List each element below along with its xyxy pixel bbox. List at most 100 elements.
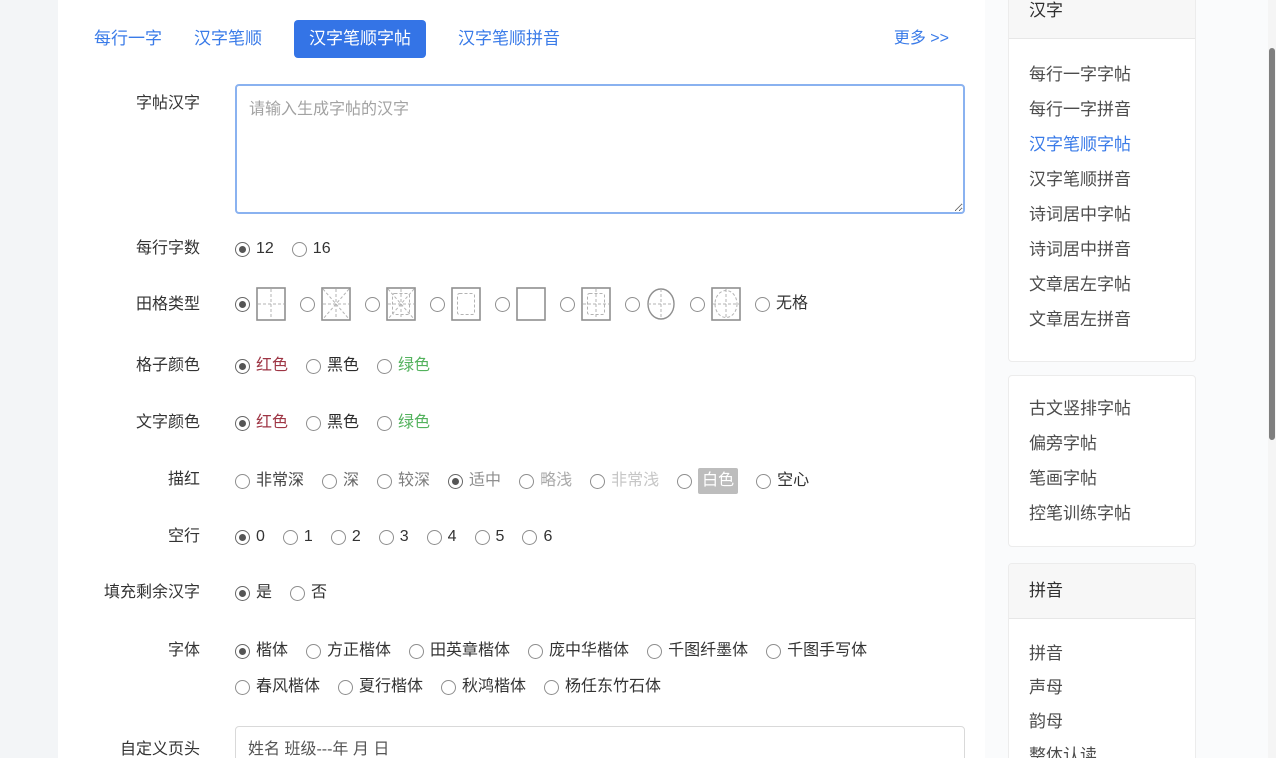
grid-type-option[interactable] <box>625 287 676 321</box>
trace-red-option[interactable]: 空心 <box>756 469 809 493</box>
grid-type-option[interactable] <box>300 287 351 321</box>
option-label: 无格 <box>776 292 808 316</box>
font-option[interactable]: 方正楷体 <box>306 639 391 663</box>
sidebar-item[interactable]: 拼音 <box>1009 637 1195 671</box>
option-label: 秋鸿楷体 <box>462 675 526 699</box>
radio-icon <box>766 644 781 659</box>
trace-red-option[interactable]: 略浅 <box>519 469 572 493</box>
font-option[interactable]: 秋鸿楷体 <box>441 675 526 699</box>
more-link[interactable]: 更多 >> <box>894 20 949 58</box>
sidebar-item[interactable]: 文章居左字帖 <box>1009 267 1195 302</box>
option-label: 16 <box>313 237 331 261</box>
yuan-grid-icon <box>646 287 676 321</box>
radio-icon <box>377 416 392 431</box>
chars-per-row-option[interactable]: 16 <box>292 237 331 261</box>
radio-icon <box>409 644 424 659</box>
scrollbar-thumb[interactable] <box>1269 48 1275 440</box>
option-label: 0 <box>256 525 265 549</box>
option-label: 非常深 <box>256 469 304 493</box>
empty-rows-option[interactable]: 1 <box>283 525 313 549</box>
sidebar-item[interactable]: 每行一字字帖 <box>1009 57 1195 92</box>
font-option[interactable]: 千图手写体 <box>766 639 867 663</box>
empty-rows-option[interactable]: 3 <box>379 525 409 549</box>
option-label: 红色 <box>256 354 288 378</box>
custom-header-input[interactable] <box>235 726 965 758</box>
mi-grid-icon <box>321 287 351 321</box>
sidebar-item[interactable]: 每行一字拼音 <box>1009 92 1195 127</box>
form-row-empty-rows: 空行 012 3456 <box>58 525 940 549</box>
radio-icon <box>306 644 321 659</box>
text-color-option[interactable]: 绿色 <box>377 411 430 435</box>
trace-red-option[interactable]: 深 <box>322 469 359 493</box>
empty-rows-option[interactable]: 2 <box>331 525 361 549</box>
trace-red-option[interactable]: 较深 <box>377 469 430 493</box>
sidebar-item[interactable]: 诗词居中字帖 <box>1009 197 1195 232</box>
font-option[interactable]: 楷体 <box>235 639 288 663</box>
font-option[interactable]: 春风楷体 <box>235 675 320 699</box>
field-label-text-color: 文字颜色 <box>58 411 200 435</box>
font-option[interactable]: 庞中华楷体 <box>528 639 629 663</box>
font-option[interactable]: 杨任东竹石体 <box>544 675 661 699</box>
fill-remaining-option[interactable]: 否 <box>290 581 327 605</box>
option-label: 3 <box>400 525 409 549</box>
text-color-option[interactable]: 黑色 <box>306 411 359 435</box>
grid-color-option[interactable]: 绿色 <box>377 354 430 378</box>
trace-red-option[interactable]: 非常深 <box>235 469 304 493</box>
tab-item[interactable]: 汉字笔顺拼音 <box>458 20 560 58</box>
sidebar-item[interactable]: 整体认读 <box>1009 739 1195 758</box>
field-label-trace-red: 描红 <box>58 468 200 492</box>
grid-type-option[interactable]: 无格 <box>755 292 808 316</box>
grid-color-option[interactable]: 红色 <box>235 354 288 378</box>
sidebar-item[interactable]: 汉字笔顺字帖 <box>1009 127 1195 162</box>
sidebar-item[interactable]: 古文竖排字帖 <box>1009 391 1195 426</box>
sidebar: 汉字每行一字字帖每行一字拼音汉字笔顺字帖汉字笔顺拼音诗词居中字帖诗词居中拼音文章… <box>1008 0 1196 758</box>
tab-active[interactable]: 汉字笔顺字帖 <box>294 20 426 58</box>
grid-type-options: 无格 <box>235 287 940 321</box>
text-color-option[interactable]: 红色 <box>235 411 288 435</box>
empty-rows-option[interactable]: 0 <box>235 525 265 549</box>
radio-checked-icon <box>448 474 463 489</box>
sidebar-item[interactable]: 文章居左拼音 <box>1009 302 1195 337</box>
option-label: 黑色 <box>327 411 359 435</box>
empty-rows-option[interactable]: 6 <box>522 525 552 549</box>
field-label-font: 字体 <box>58 639 200 663</box>
sidebar-item[interactable]: 声母 <box>1009 671 1195 705</box>
hui-grid-icon <box>451 287 481 321</box>
empty-rows-option[interactable]: 5 <box>475 525 505 549</box>
chars-per-row-option[interactable]: 12 <box>235 237 274 261</box>
copybook-chars-input[interactable] <box>235 84 965 214</box>
sidebar-item[interactable]: 诗词居中拼音 <box>1009 232 1195 267</box>
option-label: 否 <box>311 581 327 605</box>
font-option[interactable]: 田英章楷体 <box>409 639 510 663</box>
grid-type-option[interactable] <box>365 287 416 321</box>
sidebar-item[interactable]: 控笔训练字帖 <box>1009 496 1195 531</box>
grid-type-option[interactable] <box>430 287 481 321</box>
grid-type-option[interactable] <box>560 287 611 321</box>
sidebar-item[interactable]: 笔画字帖 <box>1009 461 1195 496</box>
empty-rows-option[interactable]: 4 <box>427 525 457 549</box>
sidebar-item[interactable]: 偏旁字帖 <box>1009 426 1195 461</box>
trace-red-option[interactable]: 非常浅 <box>590 469 659 493</box>
radio-icon <box>475 530 490 545</box>
grid-type-option[interactable] <box>690 287 741 321</box>
grid-type-option[interactable] <box>495 287 546 321</box>
fill-remaining-option[interactable]: 是 <box>235 581 272 605</box>
font-option[interactable]: 夏行楷体 <box>338 675 423 699</box>
sidebar-item[interactable]: 汉字笔顺拼音 <box>1009 162 1195 197</box>
tab-item[interactable]: 每行一字 <box>94 20 162 58</box>
tab-row: 每行一字汉字笔顺汉字笔顺字帖汉字笔顺拼音 更多 >> <box>94 20 985 58</box>
radio-icon <box>338 680 353 695</box>
font-option[interactable]: 千图纤墨体 <box>647 639 748 663</box>
grid-color-option[interactable]: 黑色 <box>306 354 359 378</box>
grid-type-option[interactable] <box>235 287 286 321</box>
sidebar-item[interactable]: 韵母 <box>1009 705 1195 739</box>
field-label-empty-rows: 空行 <box>58 525 200 549</box>
radio-icon <box>306 416 321 431</box>
trace-red-option[interactable]: 白色 <box>677 468 738 494</box>
scrollbar[interactable] <box>1268 0 1276 758</box>
tab-item[interactable]: 汉字笔顺 <box>194 20 262 58</box>
trace-red-option[interactable]: 适中 <box>448 469 501 493</box>
radio-icon <box>290 586 305 601</box>
radio-icon <box>377 359 392 374</box>
field-label-grid-type: 田格类型 <box>58 287 200 323</box>
